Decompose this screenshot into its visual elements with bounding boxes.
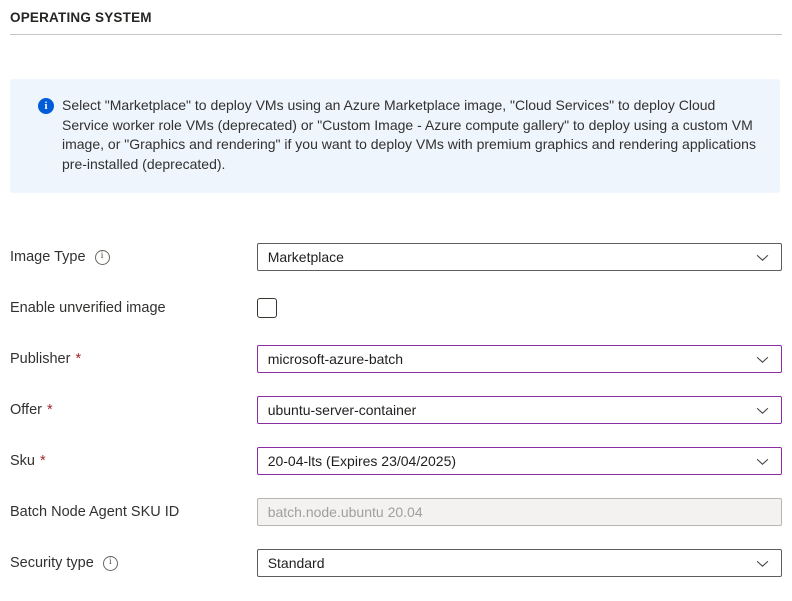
form-row-sku: Sku * 20-04-lts (Expires 23/04/2025) [10, 447, 782, 475]
info-tooltip-icon[interactable]: i [103, 556, 118, 571]
publisher-label: Publisher [10, 351, 70, 367]
image-type-value: Marketplace [268, 249, 344, 265]
sku-value: 20-04-lts (Expires 23/04/2025) [268, 453, 456, 469]
security-type-label: Security type [10, 555, 94, 571]
offer-dropdown[interactable]: ubuntu-server-container [257, 396, 782, 424]
section-title: OPERATING SYSTEM [10, 8, 782, 35]
node-agent-sku-label-group: Batch Node Agent SKU ID [10, 504, 257, 520]
security-type-dropdown[interactable]: Standard [257, 549, 782, 577]
offer-value: ubuntu-server-container [268, 402, 417, 418]
form-row-enable-unverified: Enable unverified image [10, 294, 782, 322]
chevron-down-icon [755, 454, 770, 469]
image-type-label-group: Image Type i [10, 249, 257, 265]
required-asterisk: * [75, 351, 81, 367]
image-type-label: Image Type [10, 249, 86, 265]
info-banner: i Select "Marketplace" to deploy VMs usi… [10, 79, 780, 193]
chevron-down-icon [755, 250, 770, 265]
form-row-security-type: Security type i Standard [10, 549, 782, 577]
sku-dropdown[interactable]: 20-04-lts (Expires 23/04/2025) [257, 447, 782, 475]
os-form: Image Type i Marketplace Enable unverifi… [10, 243, 782, 577]
node-agent-sku-label: Batch Node Agent SKU ID [10, 504, 179, 520]
chevron-down-icon [755, 352, 770, 367]
required-asterisk: * [40, 453, 46, 469]
enable-unverified-label: Enable unverified image [10, 300, 166, 316]
publisher-label-group: Publisher * [10, 351, 257, 367]
operating-system-section: OPERATING SYSTEM i Select "Marketplace" … [0, 0, 792, 577]
enable-unverified-label-group: Enable unverified image [10, 300, 257, 316]
form-row-node-agent-sku: Batch Node Agent SKU ID batch.node.ubunt… [10, 498, 782, 526]
security-type-label-group: Security type i [10, 555, 257, 571]
info-banner-text: Select "Marketplace" to deploy VMs using… [62, 96, 756, 174]
publisher-value: microsoft-azure-batch [268, 351, 403, 367]
image-type-dropdown[interactable]: Marketplace [257, 243, 782, 271]
chevron-down-icon [755, 403, 770, 418]
required-asterisk: * [47, 402, 53, 418]
form-row-publisher: Publisher * microsoft-azure-batch [10, 345, 782, 373]
offer-label-group: Offer * [10, 402, 257, 418]
sku-label: Sku [10, 453, 35, 469]
sku-label-group: Sku * [10, 453, 257, 469]
node-agent-sku-input: batch.node.ubuntu 20.04 [257, 498, 782, 526]
enable-unverified-checkbox[interactable] [257, 298, 277, 318]
form-row-image-type: Image Type i Marketplace [10, 243, 782, 271]
offer-label: Offer [10, 402, 42, 418]
publisher-dropdown[interactable]: microsoft-azure-batch [257, 345, 782, 373]
info-icon: i [38, 98, 54, 114]
chevron-down-icon [755, 556, 770, 571]
form-row-offer: Offer * ubuntu-server-container [10, 396, 782, 424]
node-agent-sku-value: batch.node.ubuntu 20.04 [268, 504, 423, 520]
security-type-value: Standard [268, 555, 325, 571]
info-tooltip-icon[interactable]: i [95, 250, 110, 265]
